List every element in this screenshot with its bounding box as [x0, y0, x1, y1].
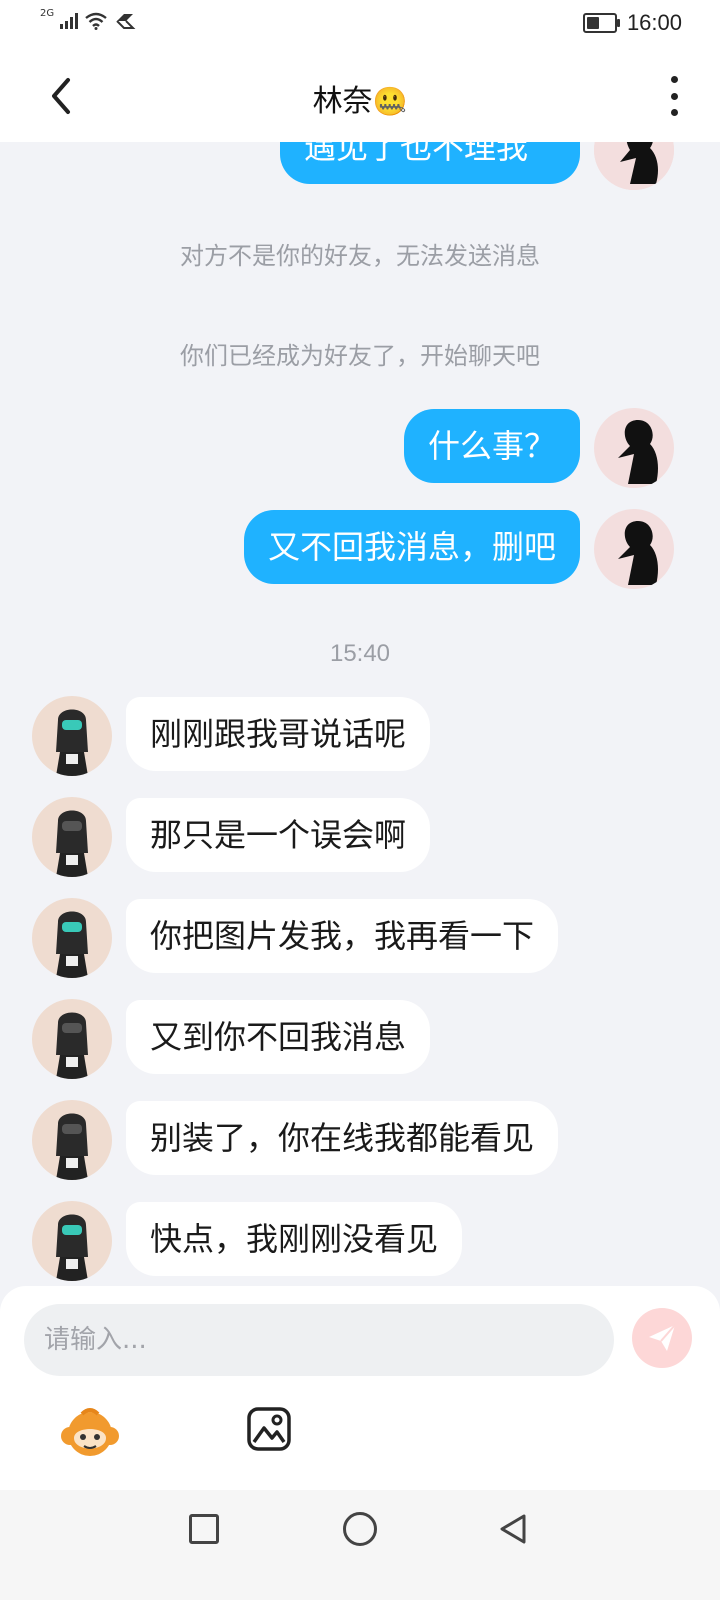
- more-options-button[interactable]: [666, 76, 682, 116]
- network-type: 2G: [40, 7, 55, 19]
- message-incoming[interactable]: 别装了，你在线我都能看见: [126, 1101, 559, 1175]
- battery-level: [586, 17, 599, 29]
- clock: 16:00: [626, 10, 682, 35]
- girl-avatar-icon: [32, 898, 112, 978]
- contact-avatar[interactable]: [32, 696, 112, 776]
- chat-title: 林奈🤐: [0, 76, 720, 120]
- silhouette-avatar-icon: [594, 408, 674, 488]
- send-button[interactable]: [632, 1308, 692, 1368]
- status-left: 2G: [40, 8, 136, 30]
- more-icon-dot: [670, 109, 678, 116]
- contact-avatar[interactable]: [32, 999, 112, 1079]
- battery-icon: [582, 13, 620, 33]
- girl-avatar-icon: [32, 1201, 112, 1281]
- my-avatar[interactable]: [594, 509, 674, 589]
- girl-avatar-icon: [32, 1100, 112, 1180]
- system-navigation-bar: [0, 1490, 720, 1600]
- message-incoming[interactable]: 那只是一个误会啊: [126, 798, 431, 872]
- message-incoming[interactable]: 快点，我刚刚没看见: [126, 1202, 463, 1276]
- wifi-icon: [85, 12, 107, 30]
- message-outgoing[interactable]: 又不回我消息，删吧: [243, 510, 580, 584]
- message-incoming[interactable]: 你把图片发我，我再看一下: [126, 899, 559, 973]
- chat-header: 林奈🤐: [0, 50, 720, 142]
- image-button[interactable]: [246, 1406, 292, 1452]
- girl-avatar-icon: [32, 696, 112, 776]
- silhouette-avatar-icon: [594, 142, 674, 190]
- message-incoming[interactable]: 又到你不回我消息: [126, 1000, 431, 1074]
- message-outgoing[interactable]: 什么事？: [403, 409, 580, 483]
- contact-avatar[interactable]: [32, 1201, 112, 1281]
- my-avatar[interactable]: [594, 142, 674, 190]
- girl-avatar-icon: [32, 797, 112, 877]
- link-icon: [116, 14, 136, 29]
- status-bar: 2G 16:00: [0, 0, 720, 50]
- girl-avatar-icon: [32, 999, 112, 1079]
- recent-apps-icon[interactable]: [189, 1514, 219, 1544]
- send-icon: [649, 1324, 676, 1351]
- message-outgoing[interactable]: 遇见了也不理我: [280, 142, 580, 184]
- contact-name: 林奈: [312, 84, 373, 119]
- status-right: 16:00: [582, 10, 682, 36]
- emoji-button[interactable]: [60, 1404, 120, 1464]
- more-icon-dot: [670, 76, 678, 83]
- my-avatar[interactable]: [594, 408, 674, 488]
- message-input[interactable]: 请输入...: [24, 1304, 614, 1376]
- contact-avatar[interactable]: [32, 898, 112, 978]
- signal-icon: [60, 13, 79, 29]
- monkey-emoji-icon: [61, 1408, 119, 1456]
- system-message: 对方不是你的好友，无法发送消息: [180, 242, 540, 270]
- nav-back-icon[interactable]: [496, 1512, 530, 1546]
- image-icon: [247, 1407, 291, 1451]
- input-bar: 请输入...: [0, 1286, 720, 1490]
- more-icon-dot: [670, 92, 678, 100]
- contact-avatar[interactable]: [32, 1100, 112, 1180]
- message-incoming[interactable]: 刚刚跟我哥说话呢: [126, 697, 431, 771]
- contact-avatar[interactable]: [32, 797, 112, 877]
- timestamp: 15:40: [329, 640, 391, 667]
- chat-messages[interactable]: 遇见了也不理我 对方不是你的好友，无法发送消息 你们已经成为好友了，开始聊天吧 …: [0, 142, 720, 1286]
- silhouette-avatar-icon: [594, 509, 674, 589]
- zipper-mouth-emoji: 🤐: [372, 85, 408, 118]
- home-icon[interactable]: [343, 1512, 377, 1546]
- system-message: 你们已经成为好友了，开始聊天吧: [180, 342, 540, 370]
